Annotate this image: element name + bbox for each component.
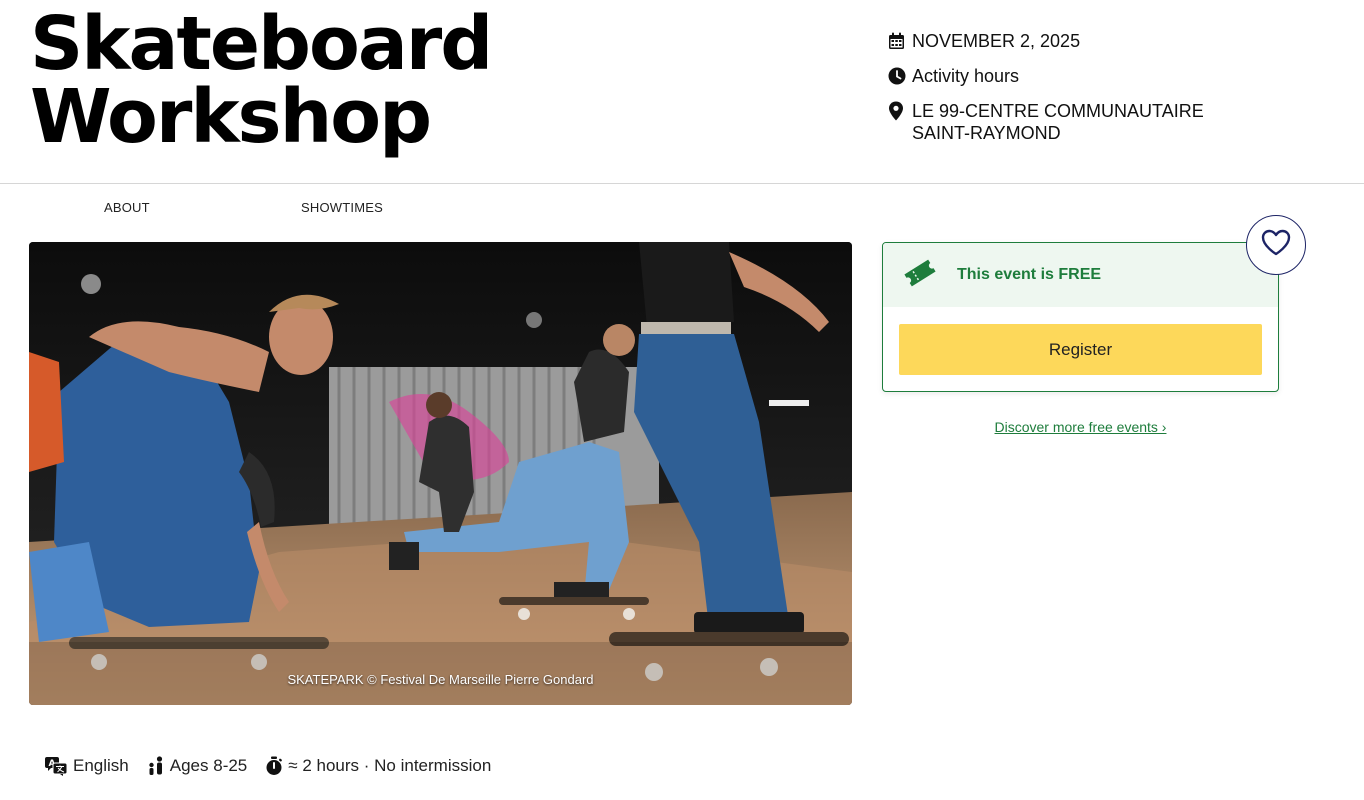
meta-date: NOVEMBER 2, 2025 — [888, 30, 1288, 52]
skatepark-illustration — [29, 242, 852, 705]
meta-date-text: NOVEMBER 2, 2025 — [912, 31, 1081, 51]
detail-language-text: English — [73, 756, 129, 775]
meta-hours: Activity hours — [888, 65, 1288, 87]
event-details: A English Ages 8-25 ≈ 2 hours · No inter… — [44, 756, 509, 776]
translate-icon: A — [44, 756, 68, 776]
event-meta: NOVEMBER 2, 2025 Activity hours LE 99-CE… — [888, 30, 1288, 157]
people-icon — [147, 756, 165, 776]
detail-ages: Ages 8-25 — [147, 756, 248, 776]
event-photo: SKATEPARK © Festival De Marseille Pierre… — [29, 242, 852, 705]
meta-location: LE 99-CENTRE COMMUNAUTAIRE SAINT-RAYMOND — [888, 100, 1288, 144]
page-title: Skateboard Workshop — [30, 1, 630, 160]
tab-showtimes[interactable]: SHOWTIMES — [301, 200, 383, 215]
discover-free-events-link[interactable]: Discover more free events › — [882, 419, 1279, 435]
detail-language: A English — [44, 756, 129, 776]
favorite-button[interactable] — [1246, 215, 1306, 275]
detail-duration-text: ≈ 2 hours · No intermission — [288, 756, 492, 775]
ticket-header: This event is FREE — [883, 243, 1278, 307]
ticket-card: This event is FREE Register — [882, 242, 1279, 392]
register-button[interactable]: Register — [899, 324, 1262, 375]
heart-icon — [1261, 229, 1291, 261]
tab-about[interactable]: ABOUT — [104, 200, 150, 215]
ticket-label: This event is FREE — [957, 266, 1102, 283]
calendar-icon — [888, 30, 912, 52]
meta-location-text: LE 99-CENTRE COMMUNAUTAIRE SAINT-RAYMOND — [912, 101, 1204, 143]
detail-duration: ≈ 2 hours · No intermission — [265, 756, 491, 776]
map-pin-icon — [888, 100, 912, 122]
title-line-1: Skateboard — [30, 1, 493, 87]
clock-icon — [888, 65, 912, 87]
photo-credit: SKATEPARK © Festival De Marseille Pierre… — [287, 672, 594, 687]
header-divider — [0, 183, 1364, 184]
ticket-icon — [903, 258, 937, 293]
title-line-2: Workshop — [30, 74, 432, 160]
stopwatch-icon — [265, 756, 283, 776]
meta-hours-text: Activity hours — [912, 66, 1020, 86]
detail-ages-text: Ages 8-25 — [169, 756, 248, 775]
